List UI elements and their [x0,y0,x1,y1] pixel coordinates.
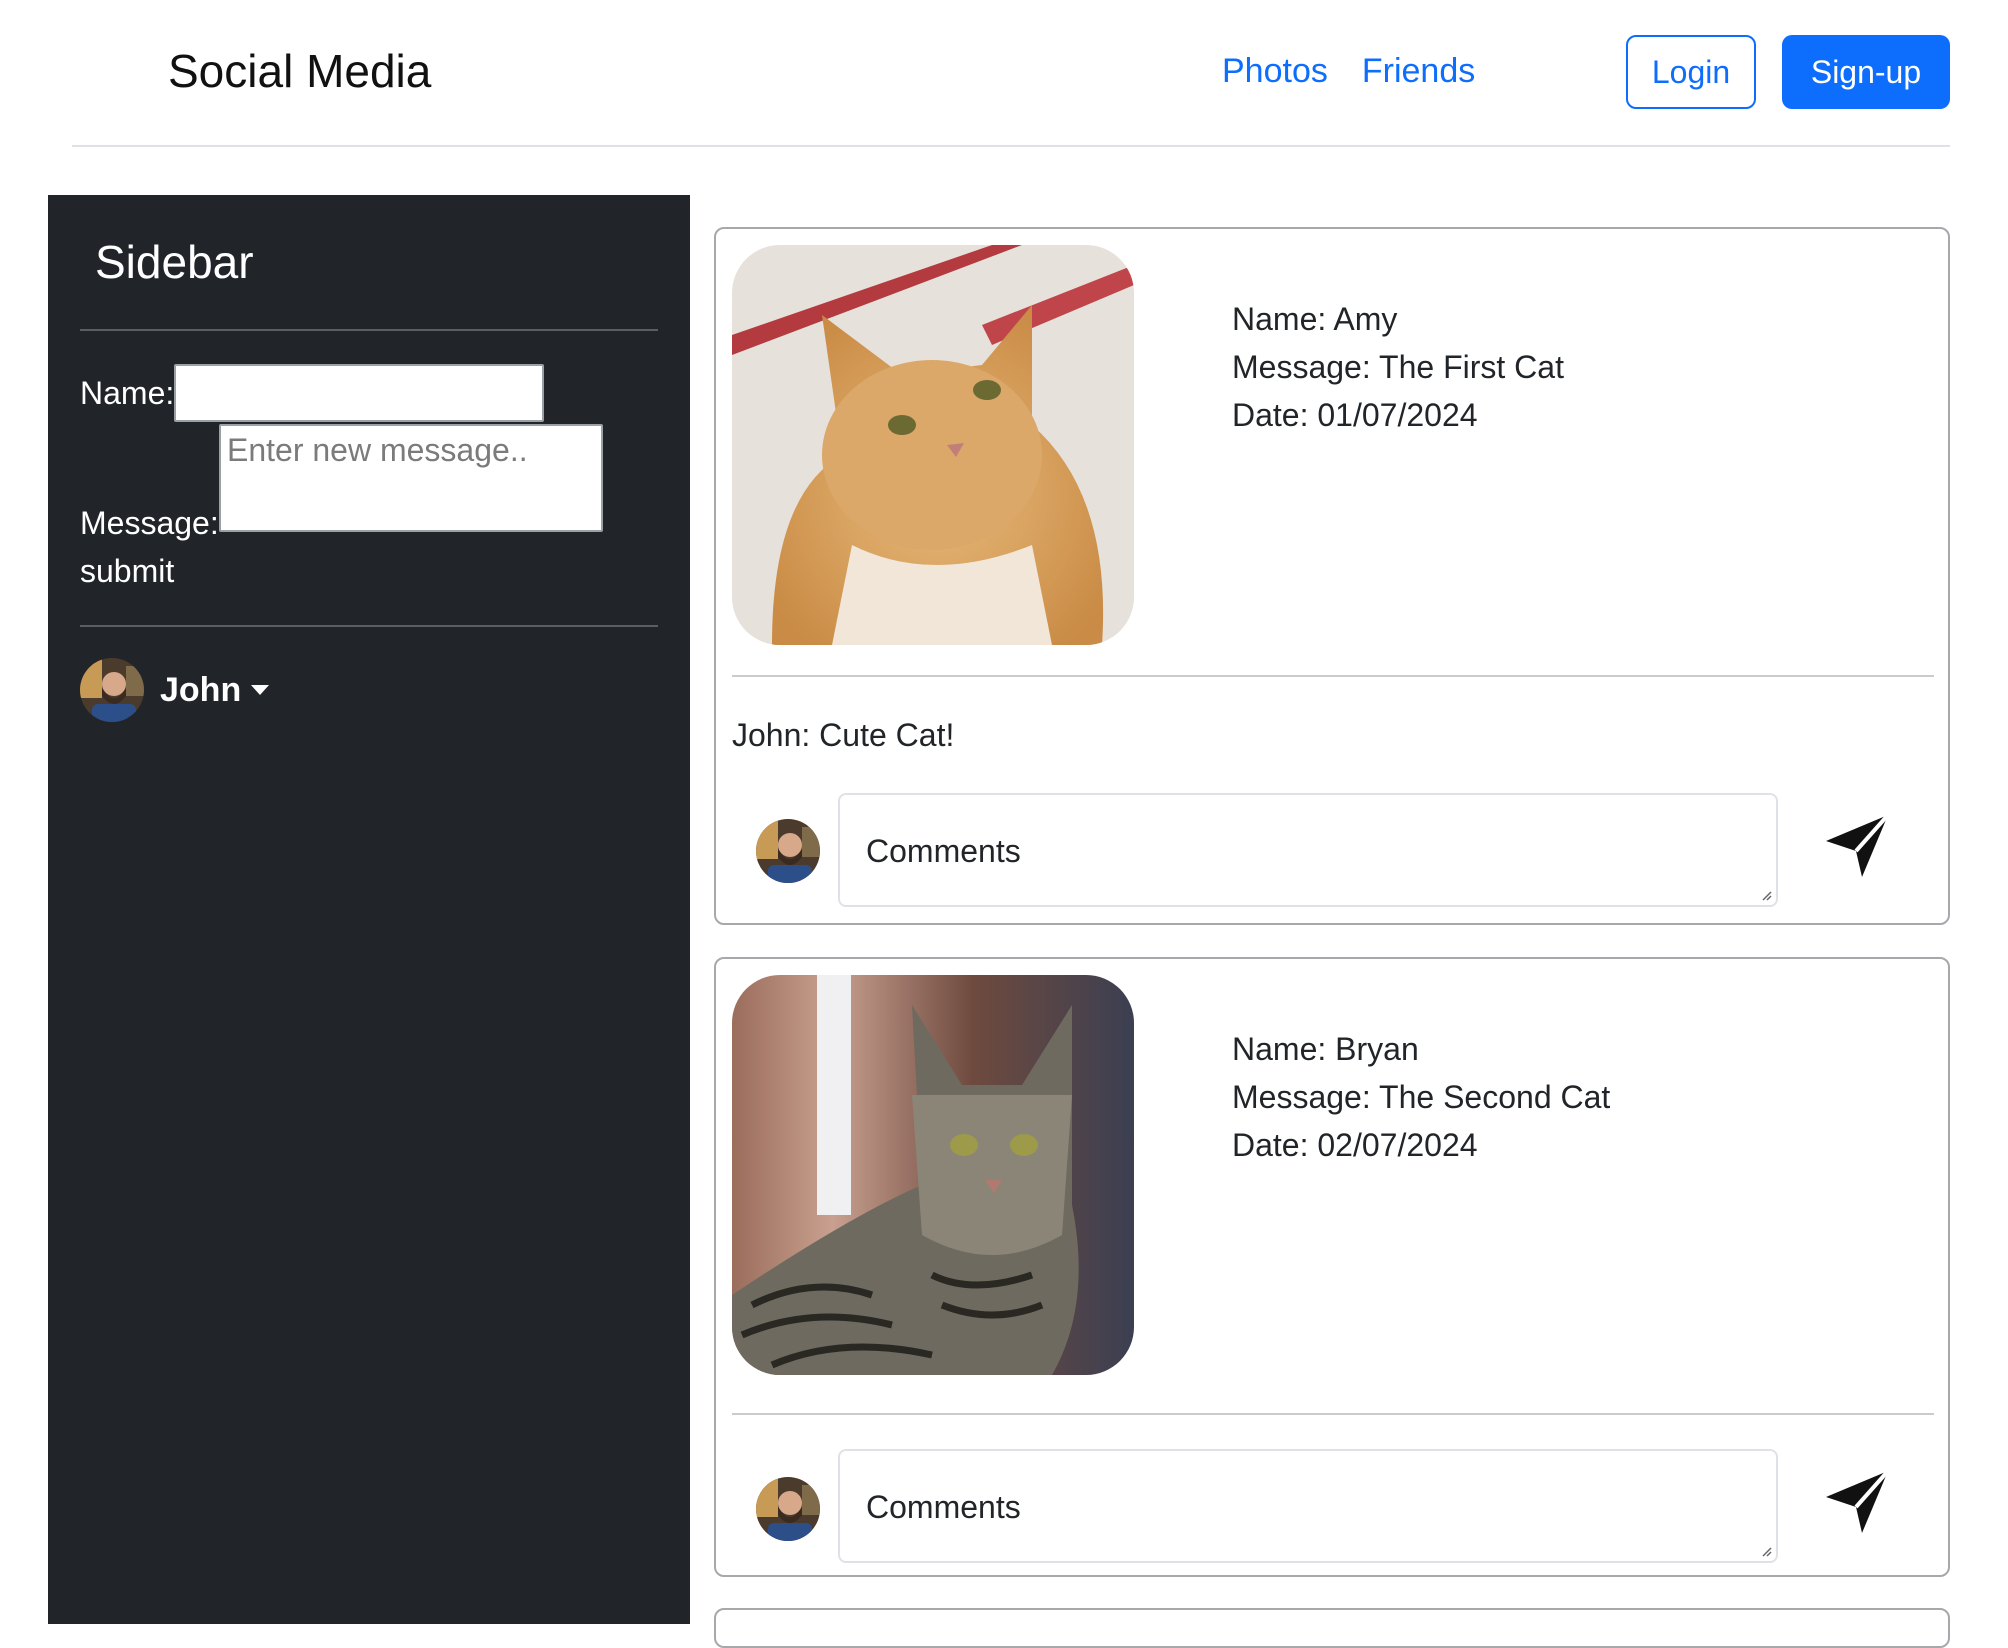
post-message: Message: The First Cat [1232,349,1564,385]
brand-title[interactable]: Social Media [168,44,431,98]
sidebar-divider [80,329,658,331]
post-date: Date: 01/07/2024 [1232,397,1478,433]
user-name: John [160,670,242,709]
sidebar-divider [80,625,658,627]
post-divider [732,675,1934,677]
nav-friends-link[interactable]: Friends [1362,52,1475,91]
comment-placeholder: Comments [866,1489,1021,1525]
top-navbar: Social Media Photos Friends Login Sign-u… [0,0,2008,147]
post-author: Name: Amy [1232,301,1398,337]
comment-item: John: Cute Cat! [732,717,955,753]
nav-links: Photos Friends [1222,52,1475,91]
caret-down-icon [251,685,270,695]
comment-input[interactable]: Comments [838,1449,1778,1563]
post-divider [732,1413,1934,1415]
message-textarea[interactable] [219,424,603,532]
post-info: Name: Bryan Message: The Second Cat Date… [1232,1025,1610,1169]
post-card [714,1608,1950,1648]
post-message: Message: The Second Cat [1232,1079,1611,1115]
post-card: Name: Bryan Message: The Second Cat Date… [714,957,1950,1577]
resize-grip-icon[interactable] [1760,889,1772,901]
header-divider [72,145,1950,147]
avatar [756,819,820,883]
post-photo [732,245,1134,645]
post-author: Name: Bryan [1232,1031,1419,1067]
resize-grip-icon[interactable] [1760,1545,1772,1557]
post-info: Name: Amy Message: The First Cat Date: 0… [1232,295,1564,439]
nav-photos-link[interactable]: Photos [1222,52,1328,91]
signup-button[interactable]: Sign-up [1782,35,1950,109]
send-icon[interactable] [1822,811,1892,881]
avatar [80,658,144,722]
post-card: Name: Amy Message: The First Cat Date: 0… [714,227,1950,925]
comment-input[interactable]: Comments [838,793,1778,907]
login-button[interactable]: Login [1626,35,1756,109]
message-label: Message: [80,505,219,541]
name-input[interactable] [174,364,544,422]
comment-placeholder: Comments [866,833,1021,869]
name-label: Name: [80,375,175,411]
user-dropdown[interactable]: John [80,658,270,722]
post-date: Date: 02/07/2024 [1232,1127,1478,1163]
post-photo [732,975,1134,1375]
sidebar: Sidebar Name: Message: submit John [48,195,690,1624]
avatar [756,1477,820,1541]
send-icon[interactable] [1822,1467,1892,1537]
sidebar-title: Sidebar [95,236,254,288]
submit-button[interactable]: submit [80,553,174,590]
